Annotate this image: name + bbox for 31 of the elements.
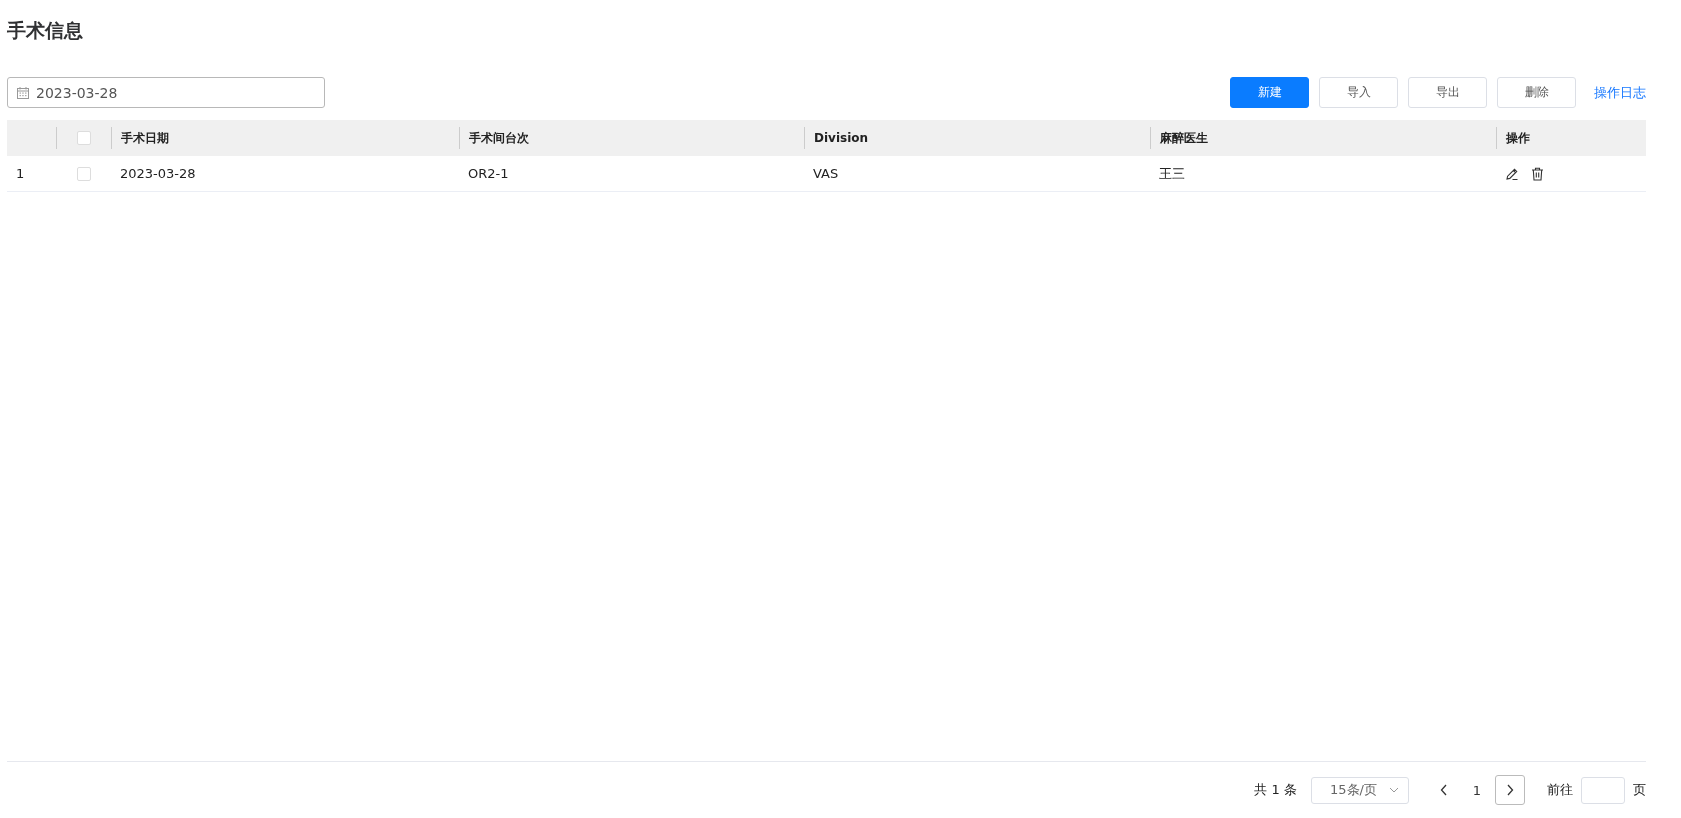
next-page-button[interactable] — [1495, 775, 1525, 805]
toolbar-button[interactable]: 删除 — [1497, 77, 1576, 108]
goto-label: 前往 — [1547, 781, 1573, 799]
column-header: 手术日期 — [121, 129, 169, 147]
column-header: 麻醉医生 — [1160, 129, 1208, 147]
calendar-icon — [17, 86, 29, 99]
table-cell: 王三 — [1159, 164, 1185, 183]
page-size-select[interactable]: 15条/页 — [1311, 776, 1409, 804]
table-cell: OR2-1 — [468, 166, 509, 181]
column-header: 操作 — [1506, 129, 1530, 147]
chevron-left-icon[interactable] — [1440, 784, 1448, 796]
column-header: 手术间台次 — [469, 129, 529, 147]
total-count: 共 1 条 — [1254, 781, 1297, 799]
edit-icon[interactable] — [1505, 166, 1519, 181]
log-link[interactable]: 操作日志 — [1594, 83, 1646, 102]
toolbar-button[interactable]: 导出 — [1408, 77, 1487, 108]
chevron-right-icon — [1506, 784, 1514, 796]
page-title: 手术信息 — [7, 18, 84, 43]
chevron-down-icon — [1389, 787, 1399, 793]
column-header: Division — [814, 131, 869, 145]
row-index: 1 — [16, 166, 25, 181]
delete-icon[interactable] — [1531, 166, 1544, 181]
table-cell: 2023-03-28 — [120, 166, 196, 181]
toolbar-button[interactable]: 导入 — [1319, 77, 1398, 108]
table-cell: VAS — [813, 166, 839, 181]
page-input[interactable] — [1581, 776, 1625, 804]
row-checkbox[interactable] — [76, 166, 91, 181]
page-suffix: 页 — [1633, 781, 1646, 799]
select-all-checkbox[interactable] — [77, 131, 91, 145]
toolbar-button[interactable]: 新建 — [1230, 77, 1309, 108]
date-field[interactable]: 2023-03-28 — [7, 77, 325, 108]
